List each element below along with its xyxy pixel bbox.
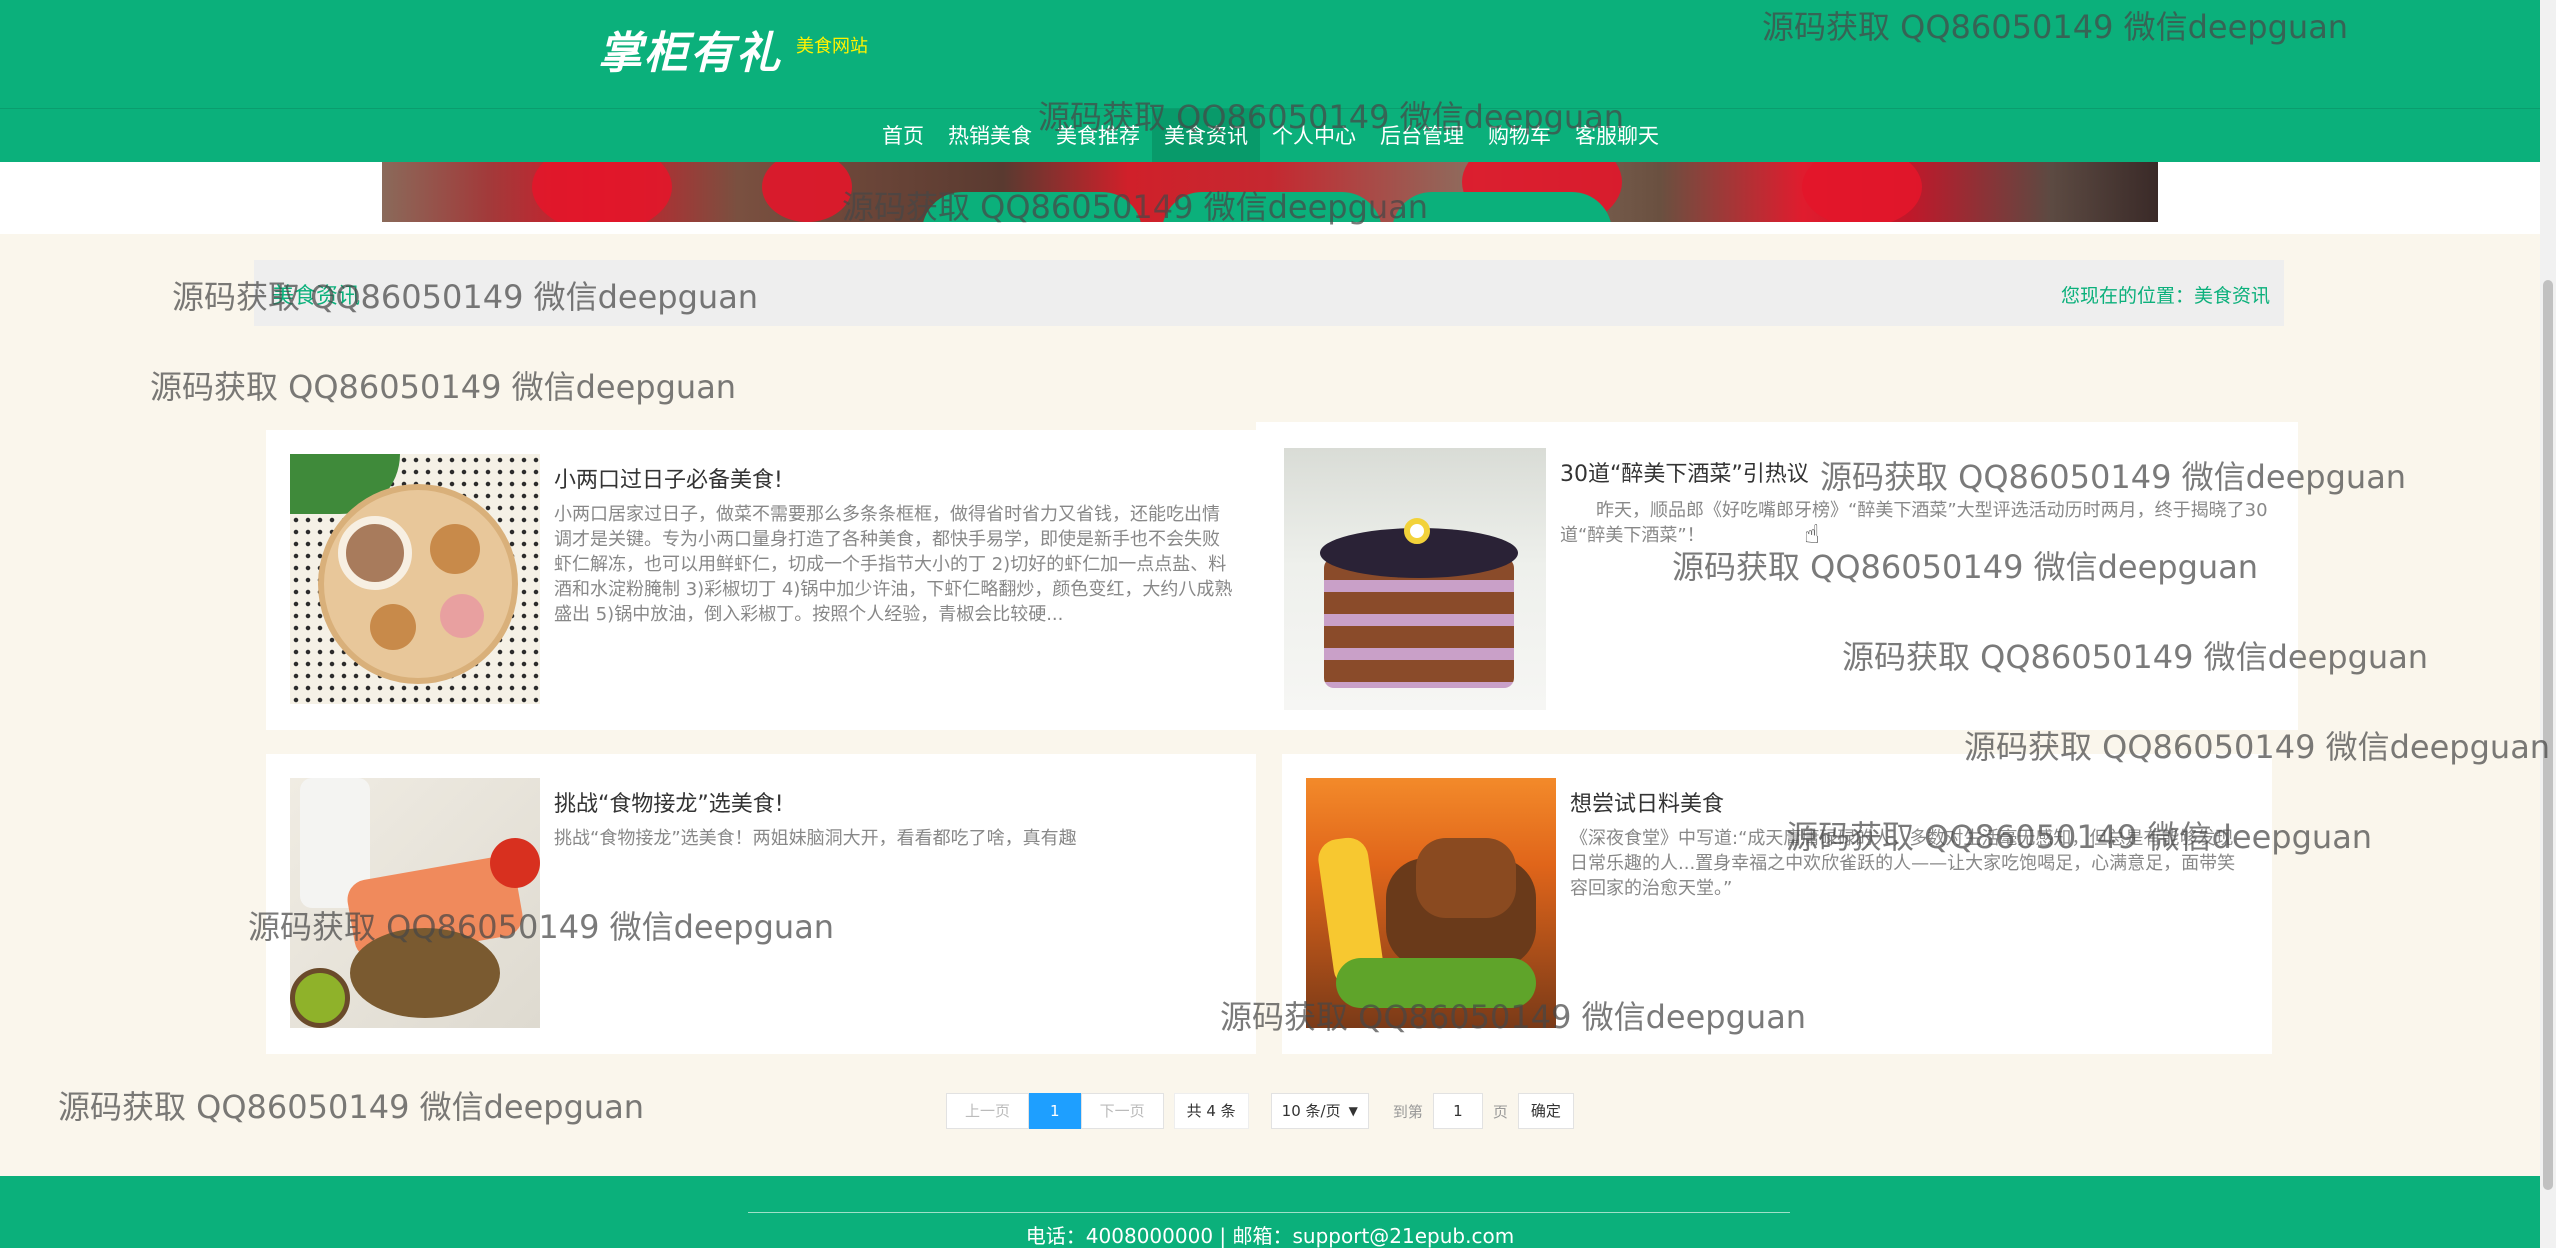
nav-item-personal-center[interactable]: 个人中心: [1260, 109, 1368, 163]
page-size-select[interactable]: 10 条/页 ▼: [1270, 1093, 1369, 1129]
healthy-food-image[interactable]: [290, 778, 540, 1028]
breadcrumb-current[interactable]: 美食资讯: [2194, 285, 2270, 307]
total-count: 共 4 条: [1173, 1093, 1249, 1129]
footer-divider: [748, 1212, 1790, 1213]
article-title[interactable]: 30道“醉美下酒菜”引热议: [1560, 456, 1809, 488]
article-card[interactable]: 挑战“食物接龙”选美食! 挑战“食物接龙”选美食！两姐妹脑洞大开，看看都吃了啥，…: [266, 754, 1256, 1054]
dessert-plate-image[interactable]: [290, 454, 540, 704]
page-scrollbar[interactable]: [2540, 0, 2556, 1248]
logo-text: 掌柜有礼: [598, 28, 782, 79]
article-title[interactable]: 想尝试日料美食: [1570, 786, 1724, 818]
nav-item-hot-food[interactable]: 热销美食: [936, 109, 1044, 163]
watermark: 源码获取 QQ86050149 微信deepguan: [150, 368, 737, 406]
blackberry-cake-image[interactable]: [1284, 448, 1546, 710]
breadcrumb-location: 您现在的位置：美食资讯: [2061, 281, 2270, 308]
mouse-cursor-icon: ☝: [1804, 520, 1820, 550]
article-card[interactable]: 30道“醉美下酒菜”引热议 昨天，顺品郎《好吃嘴郎牙榜》“醉美下酒菜”大型评选活…: [1256, 422, 2298, 730]
next-page-button[interactable]: 下一页: [1080, 1093, 1164, 1129]
goto-prefix: 到第: [1392, 1102, 1423, 1121]
article-desc: 昨天，顺品郎《好吃嘴郎牙榜》“醉美下酒菜”大型评选活动历时两月，终于揭晓了30道…: [1560, 500, 2268, 546]
article-card[interactable]: 想尝试日料美食 《深夜食堂》中写道:“成天庸庸碌碌的人，多数对生活毫无感知，但总…: [1282, 754, 2272, 1054]
site-logo[interactable]: 掌柜有礼 美食网站: [598, 24, 868, 84]
breadcrumb-section[interactable]: 美食资讯: [272, 278, 360, 310]
article-card[interactable]: 小两口过日子必备美食! 小两口居家过日子，做菜不需要那么多条条框框，做得省时省力…: [266, 430, 1256, 730]
banner-image: [382, 162, 2158, 222]
article-desc: 挑战“食物接龙”选美食！两姐妹脑洞大开，看看都吃了啥，真有趣: [554, 828, 1077, 849]
nav-item-home[interactable]: 首页: [870, 109, 936, 163]
footer-contact: 电话：4008000000 | 邮箱：support@21epub.com: [1025, 1224, 1515, 1248]
pagination: 上一页 1 下一页 共 4 条 10 条/页 ▼ 到第 1 页 确定: [946, 1093, 1574, 1129]
goto-suffix: 页: [1492, 1102, 1508, 1121]
site-footer: 电话：4008000000 | 邮箱：support@21epub.com: [0, 1176, 2540, 1248]
goto-page-input[interactable]: 1: [1432, 1093, 1483, 1129]
breadcrumb-prefix: 您现在的位置：: [2060, 285, 2194, 307]
page-size-value: 10 条/页: [1281, 1102, 1341, 1120]
grilled-skewers-image[interactable]: [1306, 778, 1556, 1028]
nav-item-admin[interactable]: 后台管理: [1368, 109, 1476, 163]
nav-item-food-news[interactable]: 美食资讯: [1152, 109, 1260, 163]
goto-confirm-button[interactable]: 确定: [1517, 1093, 1574, 1129]
chevron-down-icon: ▼: [1348, 1104, 1358, 1118]
current-page-button[interactable]: 1: [1029, 1093, 1081, 1129]
article-desc: 小两口居家过日子，做菜不需要那么多条条框框，做得省时省力又省钱，还能吃出情调才是…: [554, 504, 1233, 625]
goto-page: 到第 1 页: [1393, 1093, 1508, 1129]
article-desc: 《深夜食堂》中写道:“成天庸庸碌碌的人，多数对生活毫无感知，但总是有能够发现日常…: [1570, 828, 2236, 899]
article-title[interactable]: 挑战“食物接龙”选美食!: [554, 786, 784, 818]
site-header: 掌柜有礼 美食网站: [0, 0, 2540, 108]
scrollbar-thumb[interactable]: [2543, 280, 2553, 1190]
watermark: 源码获取 QQ86050149 微信deepguan: [58, 1088, 645, 1126]
prev-page-button[interactable]: 上一页: [946, 1093, 1030, 1129]
nav-item-customer-chat[interactable]: 客服聊天: [1563, 109, 1671, 163]
breadcrumb: 美食资讯 您现在的位置：美食资讯: [254, 260, 2284, 326]
nav-item-cart[interactable]: 购物车: [1476, 109, 1563, 163]
site-tag: 美食网站: [796, 36, 868, 57]
article-title[interactable]: 小两口过日子必备美食!: [554, 462, 783, 494]
nav-item-recommend[interactable]: 美食推荐: [1044, 109, 1152, 163]
main-nav: 首页 热销美食 美食推荐 美食资讯 个人中心 后台管理 购物车 客服聊天: [0, 108, 2540, 163]
